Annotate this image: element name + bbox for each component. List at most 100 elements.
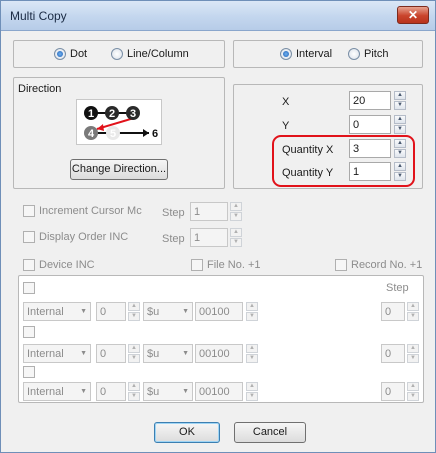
device-row-2-prefix-select[interactable]: $u ▼ bbox=[143, 344, 193, 363]
display-order-step-spinner[interactable]: ▲ ▼ bbox=[230, 228, 242, 247]
increment-step-spinner[interactable]: ▲ ▼ bbox=[230, 202, 242, 221]
spin-up-icon[interactable]: ▲ bbox=[128, 344, 140, 353]
device-row-1-prefix-select[interactable]: $u ▼ bbox=[143, 302, 193, 321]
x-spin-down-icon[interactable]: ▼ bbox=[394, 101, 406, 110]
dialog-body: Dot Line/Column Interval Pitch Direction bbox=[7, 32, 429, 448]
device-row-1-address-input[interactable]: 00100 bbox=[195, 302, 243, 321]
direction-arrows-icon: 1 2 3 4 5 6 bbox=[84, 106, 158, 140]
device-row-2-index-spinner[interactable]: ▲ ▼ bbox=[128, 344, 140, 363]
spin-down-icon[interactable]: ▼ bbox=[128, 312, 140, 321]
x-spin-up-icon[interactable]: ▲ bbox=[394, 91, 406, 100]
step-4-label: 4 bbox=[88, 128, 95, 140]
spin-down-icon[interactable]: ▼ bbox=[128, 354, 140, 363]
device-inc-checkbox[interactable]: Device INC bbox=[23, 259, 95, 271]
device-row-1-step-spinner[interactable]: ▲ ▼ bbox=[407, 302, 419, 321]
display-order-checkbox-box bbox=[23, 231, 35, 243]
record-no-checkbox[interactable]: Record No. +1 bbox=[335, 259, 422, 271]
pitch-radio[interactable]: Pitch bbox=[348, 48, 388, 60]
step-3-label: 3 bbox=[130, 108, 136, 120]
step-column-header: Step bbox=[386, 282, 409, 294]
pitch-radio-indicator bbox=[348, 48, 360, 60]
increment-cursor-checkbox[interactable]: Increment Cursor Mc bbox=[23, 205, 142, 217]
device-row-3-address-input[interactable]: 00100 bbox=[195, 382, 243, 401]
device-row-1-checkbox[interactable] bbox=[23, 282, 35, 294]
increment-cursor-label: Increment Cursor Mc bbox=[39, 205, 142, 217]
close-button[interactable]: ✕ bbox=[397, 6, 429, 24]
increment-step-up-icon[interactable]: ▲ bbox=[230, 202, 242, 211]
dot-radio[interactable]: Dot bbox=[54, 48, 87, 60]
line-column-radio[interactable]: Line/Column bbox=[111, 48, 189, 60]
display-order-step-input[interactable]: 1 bbox=[190, 228, 228, 247]
display-order-label: Display Order INC bbox=[39, 231, 129, 243]
increment-step-input[interactable]: 1 bbox=[190, 202, 228, 221]
display-order-step-up-icon[interactable]: ▲ bbox=[230, 228, 242, 237]
device-row-3-prefix-select[interactable]: $u ▼ bbox=[143, 382, 193, 401]
file-no-checkbox[interactable]: File No. +1 bbox=[191, 259, 261, 271]
device-row-2-index-input[interactable]: 0 bbox=[96, 344, 126, 363]
device-row-3-type-select[interactable]: Internal ▼ bbox=[23, 382, 91, 401]
step-6-label: 6 bbox=[152, 128, 158, 140]
quantity-highlight-box bbox=[272, 135, 415, 187]
device-rows-group: Step Internal ▼ 0 ▲ ▼ $u ▼ 00100 ▲ ▼ 0 ▲ ▼ In… bbox=[18, 275, 424, 403]
spin-up-icon[interactable]: ▲ bbox=[246, 382, 258, 391]
device-row-3-prefix: $u bbox=[147, 386, 160, 398]
line-column-radio-label: Line/Column bbox=[127, 48, 189, 60]
x-input[interactable]: 20 bbox=[349, 91, 391, 110]
record-no-checkbox-box bbox=[335, 259, 347, 271]
chevron-down-icon: ▼ bbox=[182, 350, 189, 357]
spin-up-icon[interactable]: ▲ bbox=[246, 344, 258, 353]
device-row-2-type-select[interactable]: Internal ▼ bbox=[23, 344, 91, 363]
change-direction-button[interactable]: Change Direction... bbox=[70, 159, 168, 180]
spin-down-icon[interactable]: ▼ bbox=[246, 392, 258, 401]
spin-down-icon[interactable]: ▼ bbox=[128, 392, 140, 401]
increment-step-down-icon[interactable]: ▼ bbox=[230, 212, 242, 221]
y-spin-down-icon[interactable]: ▼ bbox=[394, 125, 406, 134]
step-5-label: 5 bbox=[110, 128, 116, 140]
title-bar: Multi Copy ✕ bbox=[1, 1, 435, 31]
cancel-button[interactable]: Cancel bbox=[234, 422, 306, 443]
interval-radio[interactable]: Interval bbox=[280, 48, 332, 60]
device-row-1-address-spinner[interactable]: ▲ ▼ bbox=[246, 302, 258, 321]
device-row-1-type-select[interactable]: Internal ▼ bbox=[23, 302, 91, 321]
device-row-3-index-spinner[interactable]: ▲ ▼ bbox=[128, 382, 140, 401]
device-row-3-address-spinner[interactable]: ▲ ▼ bbox=[246, 382, 258, 401]
display-order-step-down-icon[interactable]: ▼ bbox=[230, 238, 242, 247]
y-spinner[interactable]: ▲ ▼ bbox=[394, 115, 406, 134]
device-row-1-index-spinner[interactable]: ▲ ▼ bbox=[128, 302, 140, 321]
display-order-checkbox[interactable]: Display Order INC bbox=[23, 231, 128, 243]
device-row-3-step-input[interactable]: 0 bbox=[381, 382, 405, 401]
device-row-2-step-spinner[interactable]: ▲ ▼ bbox=[407, 344, 419, 363]
spin-up-icon[interactable]: ▲ bbox=[128, 302, 140, 311]
spin-up-icon[interactable]: ▲ bbox=[407, 344, 419, 353]
device-row-3-checkbox[interactable] bbox=[23, 366, 35, 378]
interval-radio-indicator bbox=[280, 48, 292, 60]
spin-up-icon[interactable]: ▲ bbox=[407, 382, 419, 391]
spin-down-icon[interactable]: ▼ bbox=[407, 312, 419, 321]
device-row-2-address-spinner[interactable]: ▲ ▼ bbox=[246, 344, 258, 363]
spin-up-icon[interactable]: ▲ bbox=[246, 302, 258, 311]
device-row-2-checkbox[interactable] bbox=[23, 326, 35, 338]
spin-down-icon[interactable]: ▼ bbox=[246, 312, 258, 321]
spin-up-icon[interactable]: ▲ bbox=[128, 382, 140, 391]
chevron-down-icon: ▼ bbox=[80, 308, 87, 315]
device-row-2-address-input[interactable]: 00100 bbox=[195, 344, 243, 363]
device-row-1-index-input[interactable]: 0 bbox=[96, 302, 126, 321]
y-input[interactable]: 0 bbox=[349, 115, 391, 134]
x-spinner[interactable]: ▲ ▼ bbox=[394, 91, 406, 110]
spin-down-icon[interactable]: ▼ bbox=[407, 354, 419, 363]
device-row-2-step-input[interactable]: 0 bbox=[381, 344, 405, 363]
device-row-1-step-input[interactable]: 0 bbox=[381, 302, 405, 321]
window-title: Multi Copy bbox=[10, 9, 67, 23]
device-row-3-step-spinner[interactable]: ▲ ▼ bbox=[407, 382, 419, 401]
device-row-1-type: Internal bbox=[27, 306, 64, 318]
ok-button[interactable]: OK bbox=[154, 422, 220, 443]
chevron-down-icon: ▼ bbox=[182, 308, 189, 315]
y-spin-up-icon[interactable]: ▲ bbox=[394, 115, 406, 124]
device-row-2-prefix: $u bbox=[147, 348, 160, 360]
spin-up-icon[interactable]: ▲ bbox=[407, 302, 419, 311]
device-inc-checkbox-box bbox=[23, 259, 35, 271]
interval-radio-label: Interval bbox=[296, 48, 333, 60]
spin-down-icon[interactable]: ▼ bbox=[246, 354, 258, 363]
device-row-3-index-input[interactable]: 0 bbox=[96, 382, 126, 401]
spin-down-icon[interactable]: ▼ bbox=[407, 392, 419, 401]
